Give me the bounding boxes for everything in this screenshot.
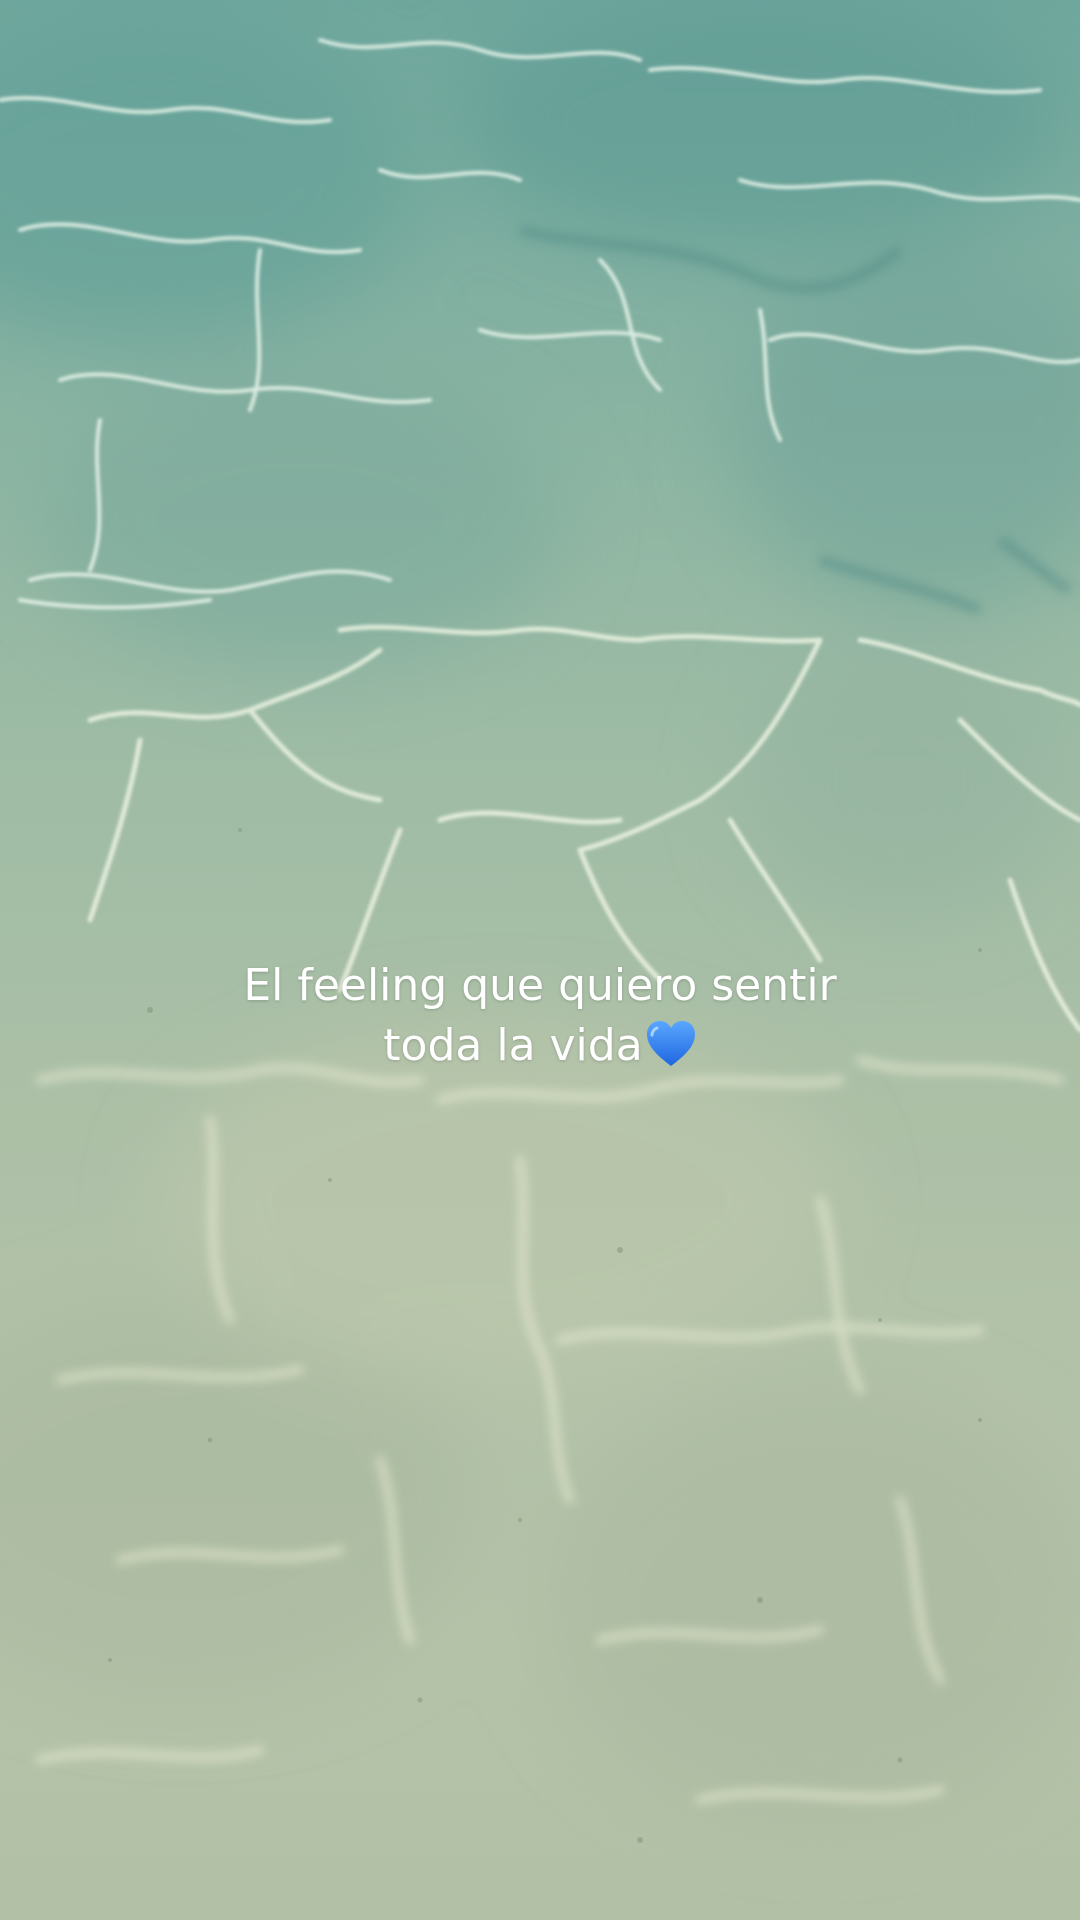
- caption-text: El feeling que quiero sentir toda la vid…: [0, 956, 1080, 1076]
- blue-heart-icon: [646, 1021, 695, 1066]
- caption-line-2-text: toda la vida: [383, 1020, 643, 1071]
- water-photo-background: El feeling que quiero sentir toda la vid…: [0, 0, 1080, 1920]
- caption-line-1: El feeling que quiero sentir: [243, 960, 837, 1011]
- caption-line-2: toda la vida: [0, 1016, 1080, 1076]
